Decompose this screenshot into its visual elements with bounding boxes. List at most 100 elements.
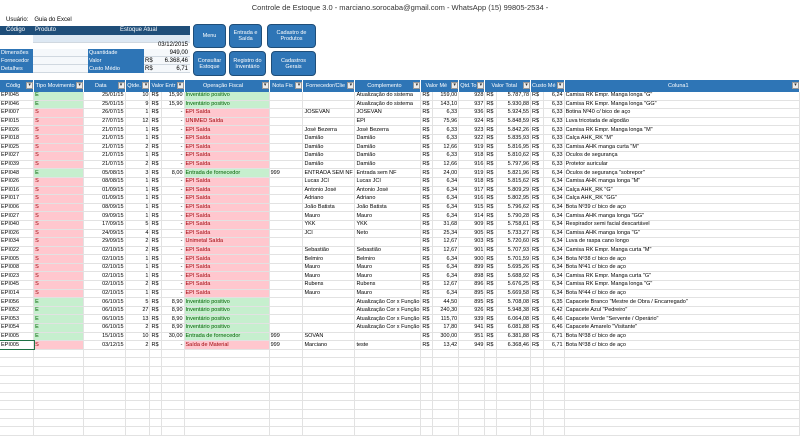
table-cell[interactable]: Unimetal Saída [184, 237, 270, 247]
filter-dropdown-icon[interactable]: ▾ [556, 82, 564, 89]
table-cell[interactable]: 5 [125, 220, 151, 230]
table-cell[interactable]: 6,33 [432, 125, 460, 135]
table-cell[interactable]: 937 [458, 100, 486, 110]
table-row[interactable]: EPI005 S 03/12/15 2 R$ - Saída de Material 999 M… [0, 339, 800, 351]
table-cell[interactable]: 5.676,25 [496, 280, 532, 290]
table-cell[interactable]: R$ [420, 168, 434, 178]
table-cell[interactable]: 5.688,92 [496, 271, 532, 282]
table-cell[interactable]: Atualização do sistema [354, 92, 422, 101]
table-cell[interactable]: 5.810,62 [496, 151, 532, 161]
table-cell[interactable]: 6,33 [432, 134, 460, 144]
empty-cell[interactable] [0, 349, 35, 359]
empty-cell[interactable] [530, 400, 544, 410]
table-cell[interactable]: Belmiro [302, 254, 356, 264]
empty-cell[interactable] [0, 400, 35, 410]
table-cell[interactable]: S [33, 237, 85, 247]
empty-cell[interactable] [420, 392, 434, 402]
empty-cell[interactable] [354, 400, 422, 410]
empty-cell[interactable] [458, 357, 486, 367]
table-cell[interactable] [302, 314, 356, 325]
table-cell[interactable]: 1 [125, 254, 151, 264]
empty-cell[interactable] [302, 392, 356, 402]
table-cell[interactable]: - [161, 229, 185, 239]
table-cell[interactable]: Sebastião [354, 246, 422, 256]
table-cell[interactable]: José Bezerra [302, 125, 356, 135]
empty-cell[interactable] [354, 357, 422, 367]
table-cell[interactable]: Camisa RK Empr. Manga longa "M" [564, 125, 800, 135]
empty-cell[interactable] [302, 375, 356, 385]
table-cell[interactable]: R$ [484, 314, 498, 325]
empty-cell[interactable] [184, 375, 270, 385]
table-cell[interactable]: 5.790,28 [496, 211, 532, 221]
table-cell[interactable]: R$ [530, 332, 544, 342]
empty-cell[interactable] [184, 383, 270, 393]
table-cell[interactable]: S [33, 203, 85, 213]
table-cell[interactable]: 1 [125, 151, 151, 161]
table-cell[interactable]: Botina Nº40 c/ bico de aço [564, 108, 800, 118]
empty-cell[interactable] [543, 400, 565, 410]
table-cell[interactable]: 6,34 [543, 203, 565, 213]
table-cell[interactable]: R$ [149, 263, 163, 273]
table-cell[interactable]: 6,34 [543, 280, 565, 290]
empty-cell[interactable] [269, 366, 304, 376]
table-cell[interactable]: 5.815,62 [496, 177, 532, 187]
empty-cell[interactable] [458, 409, 486, 419]
empty-cell[interactable] [496, 383, 532, 393]
empty-cell[interactable] [149, 409, 163, 419]
empty-cell[interactable] [484, 357, 498, 367]
table-cell[interactable]: R$ [420, 314, 434, 325]
empty-cell[interactable] [530, 357, 544, 367]
table-cell[interactable]: R$ [420, 280, 434, 290]
table-cell[interactable]: Sebastião [302, 246, 356, 256]
table-cell[interactable]: Protetor auricular [564, 160, 800, 170]
table-cell[interactable]: 6,33 [432, 151, 460, 161]
table-cell[interactable]: José Bezerra [354, 125, 422, 135]
empty-cell[interactable] [354, 375, 422, 385]
table-cell[interactable]: 29/09/15 [83, 237, 126, 247]
table-cell[interactable]: 6,34 [432, 194, 460, 204]
table-cell[interactable]: Entrada de fornecedor [184, 168, 270, 178]
table-cell[interactable]: 01/09/15 [83, 194, 126, 204]
table-cell[interactable]: 5.796,62 [496, 203, 532, 213]
table-cell[interactable] [269, 289, 304, 299]
empty-cell[interactable] [125, 375, 151, 385]
table-cell[interactable]: R$ [484, 254, 498, 264]
table-cell[interactable]: 27 [125, 306, 151, 316]
empty-cell[interactable] [302, 383, 356, 393]
table-cell[interactable]: 6.064,08 [496, 314, 532, 325]
table-row[interactable]: EPI017 S 01/09/15 1 R$ - EPI Saída Adriano Adria… [0, 194, 800, 204]
table-cell[interactable]: 6,33 [543, 160, 565, 170]
empty-row[interactable] [0, 409, 800, 419]
table-cell[interactable]: R$ [149, 100, 163, 110]
table-cell[interactable]: R$ [484, 220, 498, 230]
table-cell[interactable]: Lucas JCI [302, 177, 356, 187]
empty-cell[interactable] [83, 383, 126, 393]
empty-cell[interactable] [269, 418, 304, 428]
table-cell[interactable]: 5.720,60 [496, 237, 532, 247]
table-cell[interactable]: 922 [458, 134, 486, 144]
table-cell[interactable]: R$ [420, 246, 434, 256]
table-cell[interactable] [269, 263, 304, 273]
table-cell[interactable]: - [161, 177, 185, 187]
table-row[interactable]: EPI007 S 26/07/15 1 R$ - EPI Saída JOSEVAN JOSEV… [0, 108, 800, 118]
table-cell[interactable] [269, 186, 304, 196]
table-row[interactable]: EPI040 S 17/09/15 5 R$ - EPI Saída YKK YKK R$ 31,6… [0, 220, 800, 230]
empty-cell[interactable] [269, 392, 304, 402]
empty-cell[interactable] [543, 366, 565, 376]
table-cell[interactable]: S [33, 340, 85, 350]
empty-cell[interactable] [0, 383, 35, 393]
table-cell[interactable]: 1 [125, 194, 151, 204]
table-cell[interactable]: 5.802,95 [496, 194, 532, 204]
table-cell[interactable]: teste [354, 340, 422, 350]
table-cell[interactable]: 5.821,96 [496, 168, 532, 178]
table-cell[interactable]: 8,90 [161, 297, 185, 307]
table-cell[interactable]: R$ [420, 186, 434, 196]
table-cell[interactable]: 24/09/15 [83, 229, 126, 239]
table-cell[interactable]: R$ [149, 254, 163, 264]
filter-dropdown-icon[interactable]: ▾ [26, 82, 33, 89]
table-cell[interactable]: 6.381,88 [496, 332, 532, 342]
empty-cell[interactable] [302, 426, 356, 436]
table-cell[interactable]: Camisa AHK manga longa "GG" [564, 211, 800, 221]
table-cell[interactable]: 6,34 [543, 220, 565, 230]
empty-cell[interactable] [496, 366, 532, 376]
